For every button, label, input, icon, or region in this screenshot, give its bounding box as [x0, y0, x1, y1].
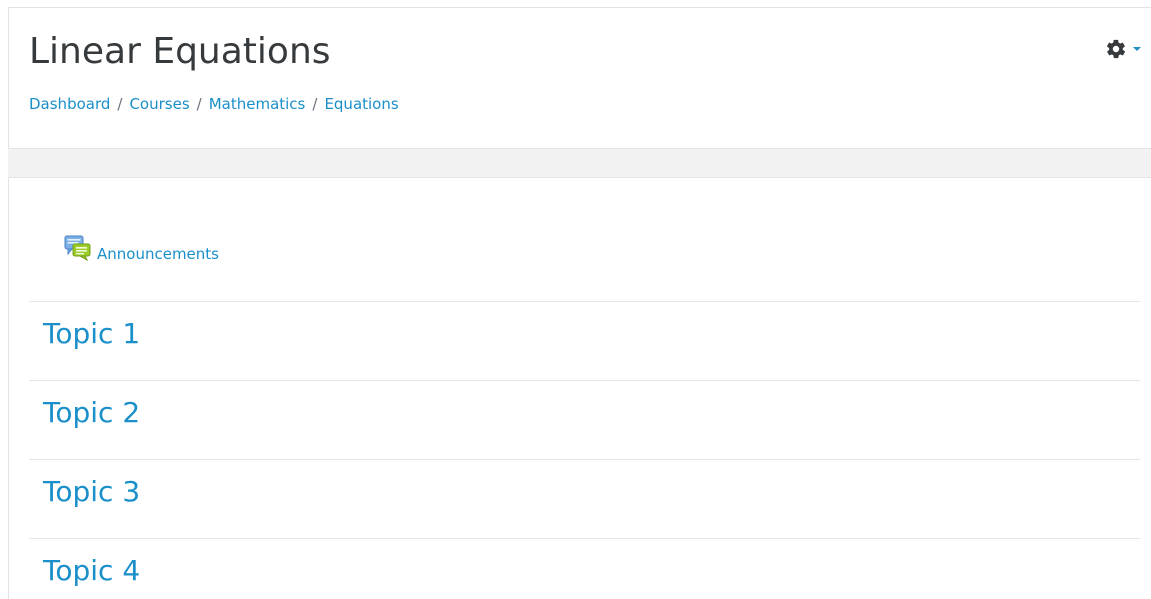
section-title-topic-4[interactable]: Topic 4 [43, 553, 140, 589]
page-title: Linear Equations [29, 31, 331, 72]
caret-down-icon [1133, 47, 1141, 51]
breadcrumb-separator: / [117, 95, 123, 113]
breadcrumb-equations[interactable]: Equations [324, 94, 398, 114]
settings-menu-button[interactable] [1105, 38, 1141, 60]
list-item: Topic 4 [29, 538, 1140, 599]
section-list: Topic 1 Topic 2 Topic 3 Topic 4 [29, 301, 1140, 599]
page-header: Linear Equations Dashboard / Courses / M… [8, 7, 1151, 148]
list-item: Topic 2 [29, 380, 1140, 459]
breadcrumb-dashboard[interactable]: Dashboard [29, 94, 110, 114]
breadcrumb-courses[interactable]: Courses [129, 94, 189, 114]
course-content: Announcements Topic 1 Topic 2 Topic 3 To… [8, 178, 1151, 599]
section-title-topic-2[interactable]: Topic 2 [43, 395, 140, 431]
forum-icon [63, 233, 93, 267]
breadcrumb: Dashboard / Courses / Mathematics / Equa… [29, 94, 399, 114]
announcements-activity[interactable]: Announcements [63, 233, 219, 267]
announcements-link[interactable]: Announcements [97, 244, 219, 264]
list-item: Topic 3 [29, 459, 1140, 538]
breadcrumb-separator: / [312, 95, 318, 113]
header-divider-band [8, 148, 1151, 178]
gear-icon [1105, 38, 1127, 60]
breadcrumb-separator: / [196, 95, 202, 113]
section-title-topic-1[interactable]: Topic 1 [43, 316, 140, 352]
course-page: Linear Equations Dashboard / Courses / M… [0, 0, 1151, 599]
breadcrumb-mathematics[interactable]: Mathematics [209, 94, 306, 114]
list-item: Topic 1 [29, 301, 1140, 380]
section-title-topic-3[interactable]: Topic 3 [43, 474, 140, 510]
